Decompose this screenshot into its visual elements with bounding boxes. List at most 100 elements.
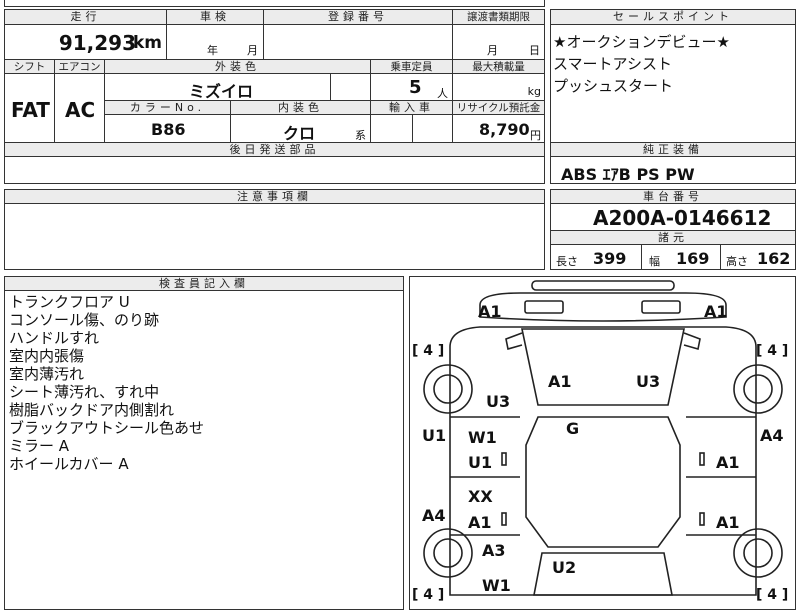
max-load-header: 最大積載量 [452,59,545,74]
import-cell-2 [412,114,453,143]
wheel-rl-outer [423,528,473,578]
label-hood-left: A1 [548,372,572,391]
wheel-rr-inner [743,538,773,568]
car-diagram-panel: A1 A1 [ 4 ] [ 4 ] A1 U3 U3 G U1 A4 W1 U1… [409,276,796,610]
label-hood-right: U3 [636,372,660,391]
label-rear-fender-left: A3 [482,541,506,560]
color-no-value: B86 [151,120,186,139]
label-rocker-left: A4 [422,506,446,525]
mirror-left-shape [505,332,523,351]
inspection-header: 車検 [166,9,264,25]
equipment-body: ABS ｴｱB PS PW [550,156,796,184]
label-windshield: G [566,419,579,438]
length-value: 399 [593,249,627,268]
shift-value: FAT [11,98,50,122]
color-no-cell: B86 [104,114,231,143]
door-handle-right-1 [699,452,705,466]
label-fender-left: U3 [486,392,510,411]
door-handle-left-1 [501,452,507,466]
transfer-deadline-cell: 月 日 [452,24,545,60]
mirror-right-shape [683,332,701,351]
deferred-parts-cell [4,156,545,184]
specs-height-cell: 高さ 162 [720,244,796,270]
roof-shape [525,416,681,548]
wheel-fl-inner [433,374,463,404]
exterior-color-extra-cell [330,73,371,101]
interior-suffix: 系 [355,129,366,142]
windshield-shape [521,328,685,406]
recycle-cell: 8,790 円 [452,114,545,143]
height-value: 162 [757,249,791,268]
import-cell-1 [370,114,413,143]
door-handle-left-2 [501,512,507,526]
chassis-body: A200A-0146612 [550,203,796,231]
inspector-line-2: コンソール傷、のり跡 [9,311,160,329]
inspector-body: トランクフロア U コンソール傷、のり跡 ハンドルすれ 室内内張傷 室内薄汚れ … [4,290,404,610]
aircon-header: エアコン [54,59,105,74]
width-label: 幅 [649,255,660,268]
label-door-fr: A1 [716,453,740,472]
exterior-color-cell: ミズイロ [104,73,331,101]
specs-header: 諸元 [550,230,796,245]
sales-point-line-1: ★オークションデビュー★ [553,33,730,51]
wheel-fl-outer [423,364,473,414]
mileage-cell: 91,293 km [4,24,167,60]
wheel-fr-outer [733,364,783,414]
interior-color-cell: クロ 系 [230,114,371,143]
sales-point-body: ★オークションデビュー★ スマートアシスト プッシュスタート [550,24,796,143]
inspector-line-8: ブラックアウトシール色あせ [9,419,205,437]
label-pillar-left: U1 [422,426,446,445]
label-door-fl-2: U1 [468,453,492,472]
equipment-header: 純正装備 [550,142,796,157]
chassis-value: A200A-0146612 [593,206,772,230]
label-door-rl-1: XX [468,487,493,506]
inspector-line-10: ホイールカバー A [9,455,129,473]
specs-length-cell: 長さ 399 [550,244,642,270]
month-unit: 月 [247,44,258,57]
wheel-rr-outer [733,528,783,578]
mileage-value: 91,293 [58,31,136,55]
hood-shape [479,292,727,322]
interior-color-value: クロ [283,124,316,143]
headlight-left-shape [524,300,564,314]
registration-header: 登録番号 [263,9,453,25]
front-bumper-shape [531,280,675,291]
inspector-line-9: ミラー A [9,437,70,455]
notes-header: 注意事項欄 [4,189,545,204]
chassis-header: 車台番号 [550,189,796,204]
capacity-value: 5 [409,77,422,98]
shift-header: シフト [4,59,55,74]
sales-point-line-3: プッシュスタート [553,77,674,95]
label-door-rr: A1 [716,513,740,532]
aircon-value: AC [65,98,96,122]
load-unit: kg [527,85,541,98]
label-rear-bottom-left: W1 [482,576,511,595]
height-label: 高さ [726,255,748,268]
inspector-line-4: 室内内張傷 [9,347,85,365]
door-handle-right-2 [699,512,705,526]
label-tire-rl: [ 4 ] [412,587,444,603]
deadline-month: 月 [487,44,498,57]
mileage-header: 走行 [4,9,167,25]
inspector-line-1: トランクフロア U [9,293,130,311]
capacity-unit: 人 [437,87,448,100]
deadline-day: 日 [529,44,540,57]
recycle-value: 8,790 [479,120,530,139]
inspector-header: 検査員記入欄 [4,276,404,291]
label-front-right-top: A1 [704,302,728,321]
inspector-line-3: ハンドルすれ [9,329,100,347]
label-door-rl-2: A1 [468,513,492,532]
label-front-left-top: A1 [478,302,502,321]
registration-cell [263,24,453,60]
shift-cell: FAT [4,73,55,143]
recycle-unit: 円 [530,129,541,142]
deferred-parts-header: 後日発送部品 [4,142,545,157]
wheel-fr-inner [743,374,773,404]
inspector-line-5: 室内薄汚れ [9,365,85,383]
sales-point-header: セールスポイント [550,9,796,25]
top-table-partial-row [4,0,545,7]
import-header: 輸入車 [370,100,453,115]
notes-body [4,203,545,270]
specs-width-cell: 幅 169 [641,244,721,270]
headlight-right-shape [641,300,681,314]
